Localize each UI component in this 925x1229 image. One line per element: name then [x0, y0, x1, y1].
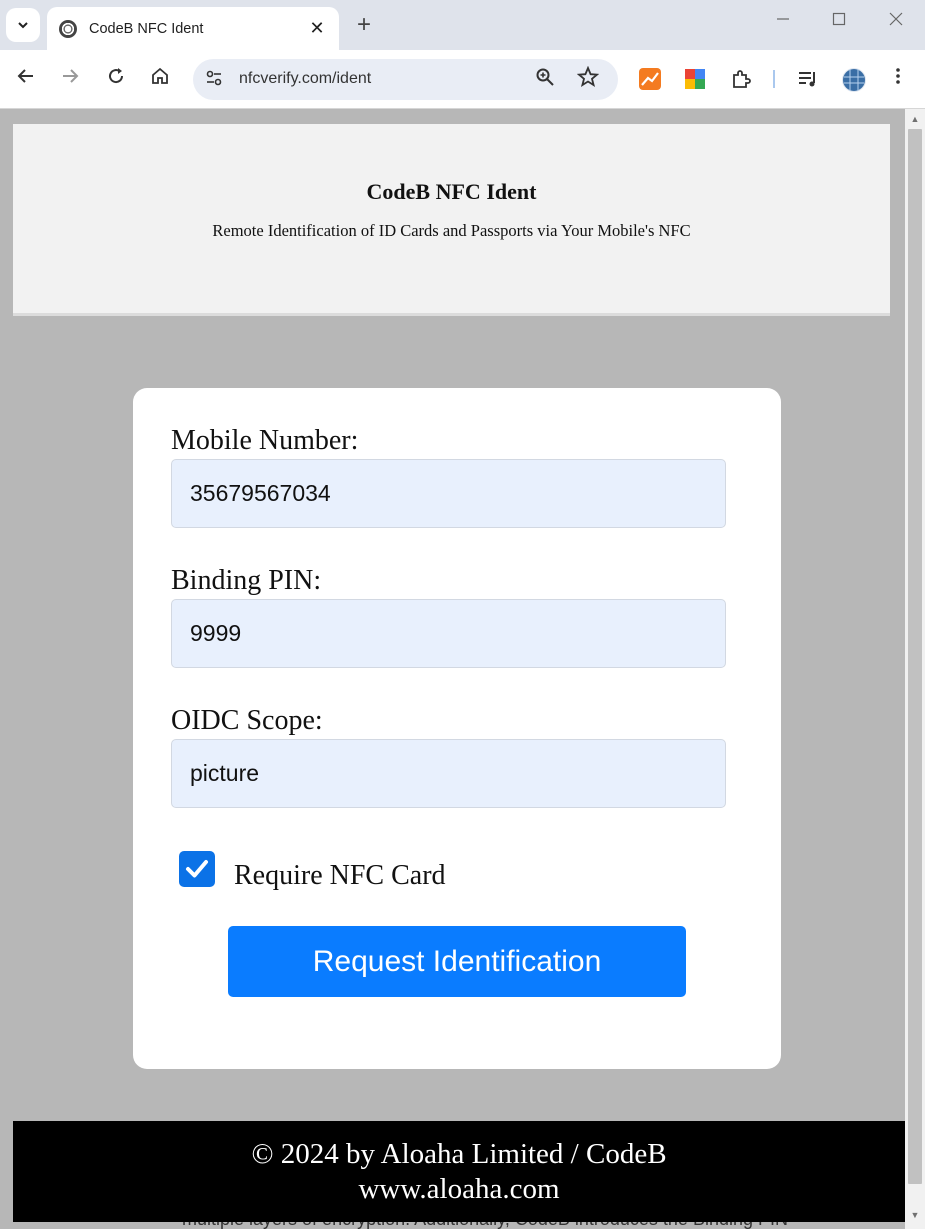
extensions-puzzle-icon[interactable]	[730, 68, 752, 90]
url-text[interactable]: nfcverify.com/ident	[239, 70, 371, 88]
analytics-extension-icon[interactable]	[639, 68, 661, 90]
footer-website-link[interactable]: www.aloaha.com	[13, 1173, 905, 1206]
active-tab[interactable]: CodeB NFC Ident ✕	[47, 7, 339, 50]
chevron-down-icon	[18, 22, 28, 29]
binding-pin-input[interactable]	[171, 599, 726, 668]
tab-title: CodeB NFC Ident	[89, 20, 204, 37]
page-header: CodeB NFC Ident Remote Identification of…	[13, 124, 890, 316]
mobile-number-label: Mobile Number:	[171, 425, 359, 456]
oidc-scope-input[interactable]	[171, 739, 726, 808]
request-identification-button[interactable]: Request Identification	[228, 926, 686, 997]
identification-form: Mobile Number: Binding PIN: OIDC Scope: …	[133, 388, 781, 1069]
require-nfc-checkbox[interactable]	[179, 851, 215, 887]
browser-menu-icon[interactable]	[885, 66, 911, 92]
tab-close-icon[interactable]: ✕	[307, 18, 327, 39]
zoom-icon[interactable]	[535, 67, 555, 92]
page-subtitle: Remote Identification of ID Cards and Pa…	[212, 221, 691, 240]
reload-icon[interactable]	[103, 66, 129, 92]
binding-pin-label: Binding PIN:	[171, 565, 322, 596]
site-settings-icon[interactable]	[203, 69, 225, 91]
vertical-scrollbar[interactable]: ▲ ▼	[905, 109, 925, 1229]
new-tab-button[interactable]: +	[352, 11, 376, 39]
media-control-icon[interactable]	[797, 68, 819, 90]
oidc-scope-label: OIDC Scope:	[171, 705, 323, 736]
scroll-down-arrow-icon[interactable]: ▼	[905, 1207, 925, 1223]
browser-toolbar: nfcverify.com/ident	[0, 50, 925, 109]
forward-icon[interactable]	[57, 66, 83, 92]
profile-avatar-icon[interactable]	[842, 68, 866, 92]
mobile-number-input[interactable]	[171, 459, 726, 528]
close-window-icon[interactable]	[883, 10, 909, 31]
require-nfc-label[interactable]: Require NFC Card	[234, 860, 446, 892]
maximize-icon[interactable]	[826, 10, 852, 31]
toolbar-divider	[773, 70, 775, 88]
minimize-icon[interactable]	[770, 10, 796, 31]
tab-search-button[interactable]	[6, 8, 40, 42]
tab-strip: CodeB NFC Ident ✕ +	[0, 0, 925, 50]
site-favicon-icon	[59, 19, 77, 38]
page-viewport: CodeB NFC Ident Remote Identification of…	[0, 109, 905, 1229]
google-extension-icon[interactable]	[684, 68, 706, 90]
scroll-up-arrow-icon[interactable]: ▲	[905, 111, 925, 127]
back-icon[interactable]	[13, 66, 39, 92]
checkmark-icon	[186, 860, 208, 878]
footer-copyright: © 2024 by Aloaha Limited / CodeB	[251, 1138, 667, 1170]
address-bar[interactable]: nfcverify.com/ident	[193, 59, 618, 100]
bookmark-star-icon[interactable]	[576, 65, 600, 94]
home-icon[interactable]	[147, 66, 173, 92]
page-footer: © 2024 by Aloaha Limited / CodeB www.alo…	[13, 1121, 905, 1222]
scrollbar-thumb[interactable]	[908, 129, 922, 1184]
page-title: CodeB NFC Ident	[366, 179, 537, 204]
